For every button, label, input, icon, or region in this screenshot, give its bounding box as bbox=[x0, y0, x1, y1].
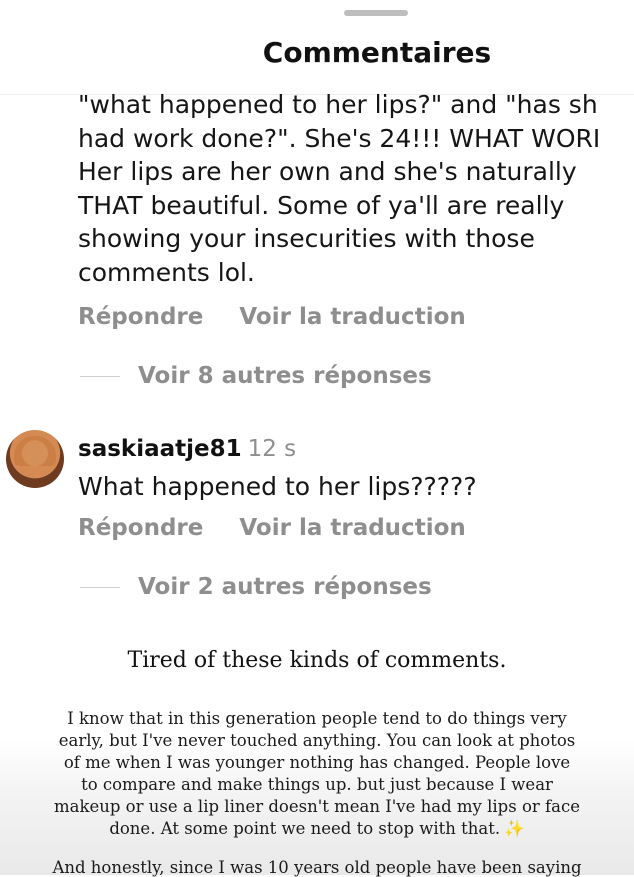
story-body: I know that in this generation people te… bbox=[40, 708, 594, 840]
replies-line-icon bbox=[80, 586, 120, 588]
comment-line: Her lips are her own and she's naturally bbox=[78, 157, 577, 186]
drag-handle[interactable] bbox=[344, 10, 408, 16]
comment-time: 12 s bbox=[247, 436, 297, 462]
story-line: I know that in this generation people te… bbox=[67, 709, 567, 728]
view-more-replies[interactable]: Voir 2 autres réponses bbox=[80, 574, 432, 600]
replies-line-icon bbox=[80, 375, 120, 377]
story-line: to compare and make things up. but just … bbox=[81, 775, 553, 794]
translate-button[interactable]: Voir la traduction bbox=[239, 515, 465, 541]
story-line: of me when I was younger nothing has cha… bbox=[63, 753, 571, 772]
story-line-last: done. At some point we need to stop with… bbox=[40, 818, 594, 840]
comment-line: comments lol. bbox=[78, 257, 255, 287]
comment-body: "what happened to her lips?" and "has sh… bbox=[78, 88, 634, 289]
comment-actions: Répondre Voir la traduction bbox=[78, 515, 494, 541]
comment-line: THAT beautiful. Some of ya'll are really bbox=[78, 190, 565, 220]
comment-line: had work done?". She's 24!!! WHAT WORI bbox=[78, 123, 601, 153]
translate-button[interactable]: Voir la traduction bbox=[239, 304, 465, 330]
reply-button[interactable]: Répondre bbox=[78, 304, 203, 330]
story-line: early, but I've never touched anything. … bbox=[58, 731, 576, 750]
username-link[interactable]: saskiaatje81 bbox=[78, 436, 242, 462]
view-more-replies-label: Voir 2 autres réponses bbox=[138, 574, 432, 600]
comment-actions: Répondre Voir la traduction bbox=[78, 304, 494, 330]
reply-button[interactable]: Répondre bbox=[78, 515, 203, 541]
story-cut-line: And honestly, since I was 10 years old p… bbox=[52, 858, 582, 877]
view-more-replies[interactable]: Voir 8 autres réponses bbox=[80, 363, 432, 389]
comment-line: showing your insecurities with those bbox=[78, 224, 535, 253]
avatar-hair bbox=[14, 436, 56, 466]
story-title: Tired of these kinds of comments. bbox=[127, 648, 507, 673]
view-more-replies-label: Voir 8 autres réponses bbox=[138, 363, 432, 389]
sheet-title: Commentaires bbox=[262, 36, 492, 69]
sparkle-icon: ✨ bbox=[504, 819, 525, 838]
comment-author-line: saskiaatje81 12 s bbox=[78, 436, 296, 462]
comment-text: What happened to her lips????? bbox=[78, 472, 477, 501]
story-line: makeup or use a lip liner doesn't mean I… bbox=[54, 797, 580, 816]
avatar[interactable] bbox=[6, 430, 64, 488]
story-line: done. At some point we need to stop with… bbox=[109, 819, 501, 838]
comment-line: "what happened to her lips?" and "has sh bbox=[78, 90, 598, 119]
